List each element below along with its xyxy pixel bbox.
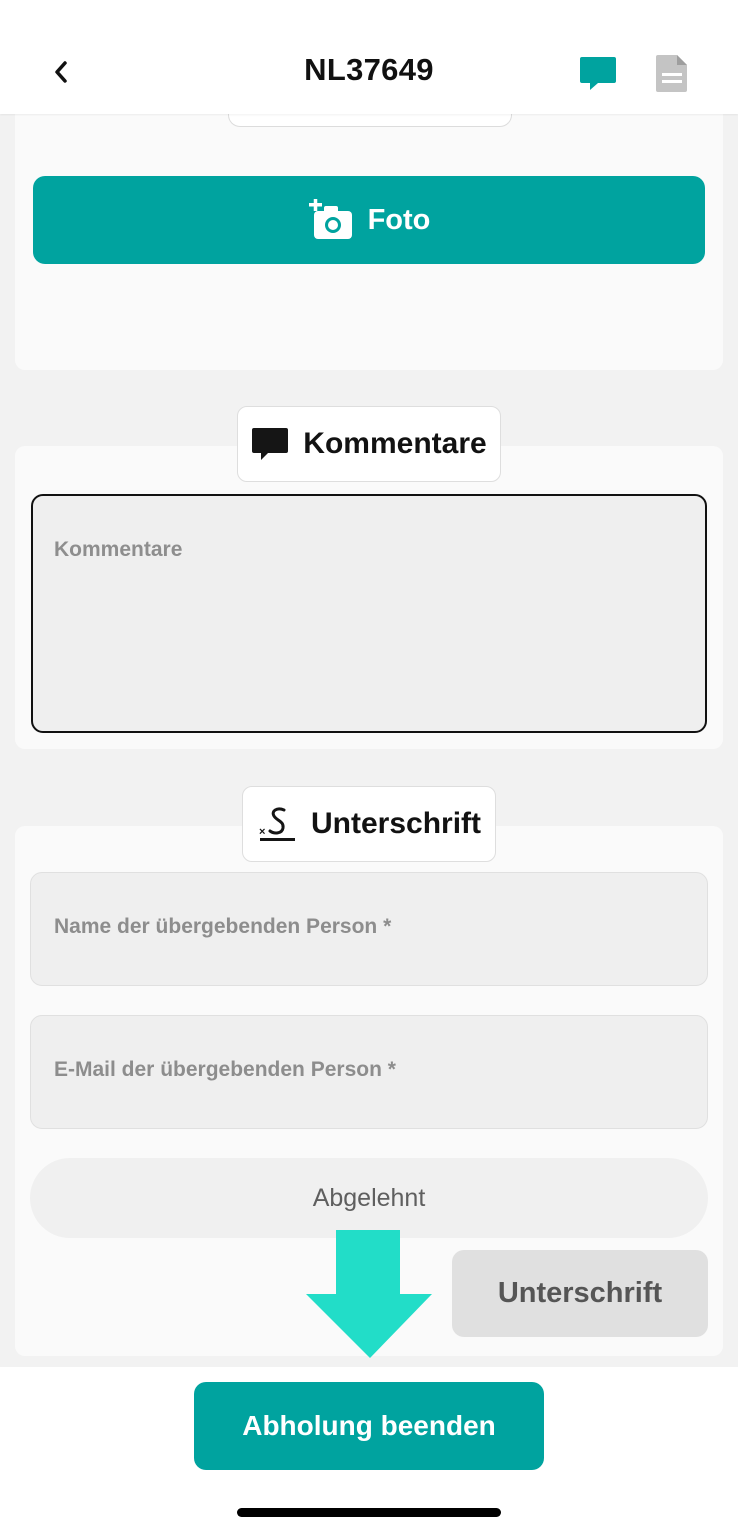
- document-icon: [656, 55, 687, 92]
- finish-pickup-label: Abholung beenden: [242, 1410, 496, 1441]
- finish-pickup-button[interactable]: Abholung beenden: [194, 1382, 544, 1470]
- comments-placeholder: Kommentare: [54, 538, 183, 561]
- declined-label: Abgelehnt: [312, 1183, 426, 1212]
- page-title: NL37649: [304, 52, 434, 87]
- signature-header: × Unterschrift: [242, 786, 496, 862]
- svg-text:×: ×: [259, 826, 265, 838]
- signature-button[interactable]: Unterschrift: [452, 1250, 708, 1337]
- signature-button-label: Unterschrift: [497, 1277, 663, 1309]
- arrow-down-icon: [306, 1230, 432, 1358]
- chat-button[interactable]: [576, 50, 620, 96]
- comments-header: Kommentare: [237, 406, 501, 482]
- handover-name-field[interactable]: Name der übergebenden Person *: [30, 872, 708, 986]
- signature-header-label: Unterschrift: [310, 807, 482, 840]
- declined-button[interactable]: Abgelehnt: [30, 1158, 708, 1238]
- handover-email-field[interactable]: E-Mail der übergebenden Person *: [30, 1015, 708, 1129]
- document-button[interactable]: [650, 50, 694, 96]
- signature-icon: ×: [259, 807, 295, 841]
- comments-header-label: Kommentare: [303, 427, 487, 460]
- photo-button-label: Foto: [367, 203, 431, 236]
- comments-input[interactable]: Kommentare: [31, 494, 707, 733]
- chat-bubble-icon: [580, 57, 616, 90]
- home-indicator: [237, 1508, 501, 1517]
- handover-name-placeholder: Name der übergebenden Person *: [54, 915, 392, 938]
- top-bar: NL37649: [0, 0, 738, 114]
- photo-button[interactable]: Foto: [33, 176, 705, 264]
- comment-icon: [252, 428, 289, 460]
- handover-email-placeholder: E-Mail der übergebenden Person *: [54, 1058, 396, 1081]
- add-photo-icon: [308, 199, 352, 239]
